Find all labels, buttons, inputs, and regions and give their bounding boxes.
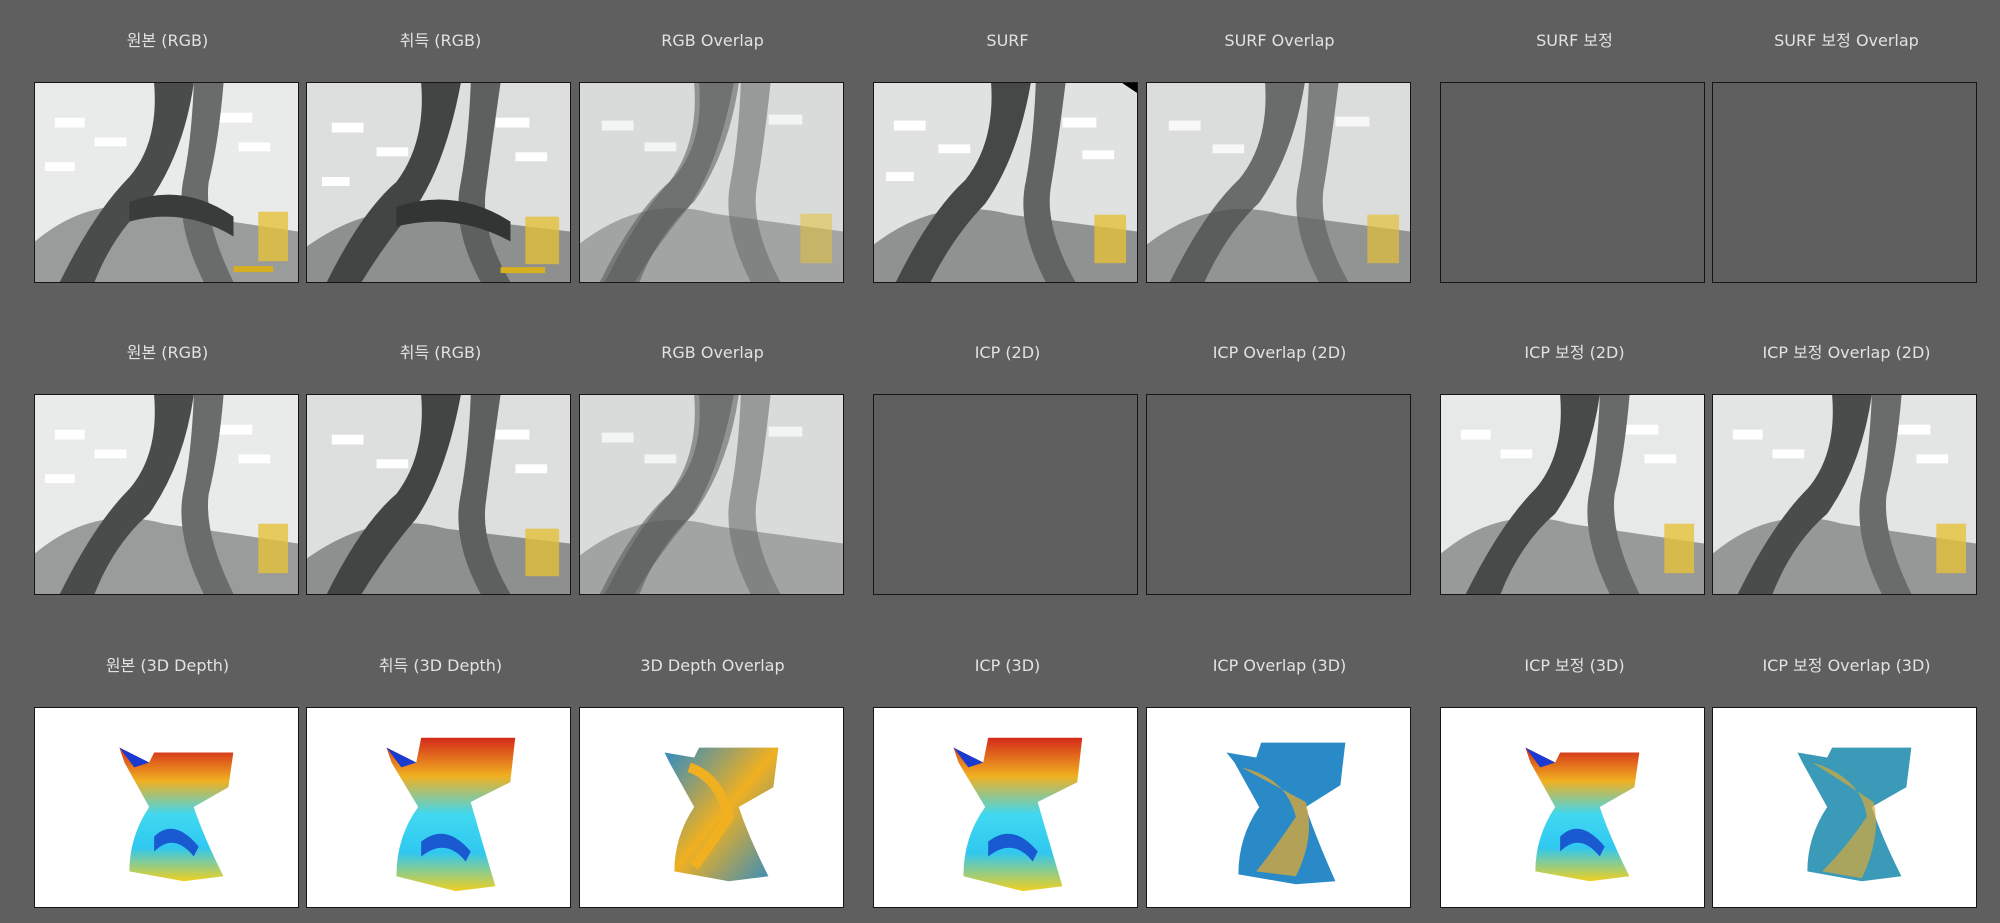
- car-frame-photo: [1441, 395, 1704, 594]
- label-original-rgb: 원본 (RGB): [126, 31, 209, 50]
- label-acquired-rgb: 취득 (RGB): [399, 31, 482, 50]
- depth-overlap: [579, 707, 844, 908]
- car-frame-overlap: [580, 395, 843, 594]
- label-surf-overlap: SURF Overlap: [1224, 31, 1335, 50]
- label-original-3d-depth: 원본 (3D Depth): [105, 656, 230, 675]
- label-icp-corrected-overlap-2d: ICP 보정 Overlap (2D): [1762, 343, 1931, 362]
- image-acquired-rgb: [306, 82, 571, 283]
- image-rgb-overlap: [579, 82, 844, 283]
- label-surf-corrected-overlap: SURF 보정 Overlap: [1774, 31, 1919, 50]
- car-frame-photo: [35, 395, 298, 594]
- label-icp-overlap-2d: ICP Overlap (2D): [1212, 343, 1347, 362]
- depth-icp-corrected-3d: [1440, 707, 1705, 908]
- image-original-rgb: [34, 82, 299, 283]
- car-frame-photo: [35, 83, 298, 282]
- car-frame-overlap: [1147, 83, 1410, 282]
- image-surf: [873, 82, 1138, 283]
- label-icp-overlap-3d: ICP Overlap (3D): [1212, 656, 1347, 675]
- depth-original: [34, 707, 299, 908]
- depth-icp-overlap-3d: [1146, 707, 1411, 908]
- label-icp-corrected-overlap-3d: ICP 보정 Overlap (3D): [1762, 656, 1931, 675]
- label-rgb-overlap-2: RGB Overlap: [661, 343, 764, 362]
- car-frame-overlap: [580, 83, 843, 282]
- image-surf-corrected-empty: [1440, 82, 1705, 283]
- label-original-rgb-2: 원본 (RGB): [126, 343, 209, 362]
- image-rgb-overlap-2: [579, 394, 844, 595]
- label-acquired-3d-depth: 취득 (3D Depth): [378, 656, 503, 675]
- label-icp-corrected-3d: ICP 보정 (3D): [1524, 656, 1625, 675]
- image-original-rgb-2: [34, 394, 299, 595]
- car-frame-warped: [874, 83, 1137, 282]
- depth-map: [386, 737, 516, 892]
- label-icp-3d: ICP (3D): [974, 656, 1041, 675]
- depth-map: [953, 737, 1083, 892]
- image-acquired-rgb-2: [306, 394, 571, 595]
- image-icp-corrected-2d: [1440, 394, 1705, 595]
- label-icp-2d: ICP (2D): [974, 343, 1041, 362]
- car-frame-overlap: [1713, 395, 1976, 594]
- depth-map: [119, 747, 234, 882]
- depth-icp-3d: [873, 707, 1138, 908]
- image-surf-corrected-overlap-empty: [1712, 82, 1977, 283]
- label-icp-corrected-2d: ICP 보정 (2D): [1524, 343, 1625, 362]
- car-frame-photo: [307, 395, 570, 594]
- depth-map: [1525, 747, 1640, 882]
- depth-overlap-map: [1226, 742, 1346, 885]
- label-surf: SURF: [986, 31, 1029, 50]
- depth-acquired: [306, 707, 571, 908]
- car-frame-photo: [307, 83, 570, 282]
- depth-overlap-map: [664, 747, 779, 882]
- image-icp-corrected-overlap-2d: [1712, 394, 1977, 595]
- image-surf-overlap: [1146, 82, 1411, 283]
- label-rgb-overlap: RGB Overlap: [661, 31, 764, 50]
- label-acquired-rgb-2: 취득 (RGB): [399, 343, 482, 362]
- image-icp-2d-empty: [873, 394, 1138, 595]
- label-3d-depth-overlap: 3D Depth Overlap: [640, 656, 785, 675]
- image-icp-overlap-2d-empty: [1146, 394, 1411, 595]
- depth-overlap-map: [1797, 747, 1912, 882]
- depth-icp-corrected-overlap-3d: [1712, 707, 1977, 908]
- label-surf-corrected: SURF 보정: [1536, 31, 1613, 50]
